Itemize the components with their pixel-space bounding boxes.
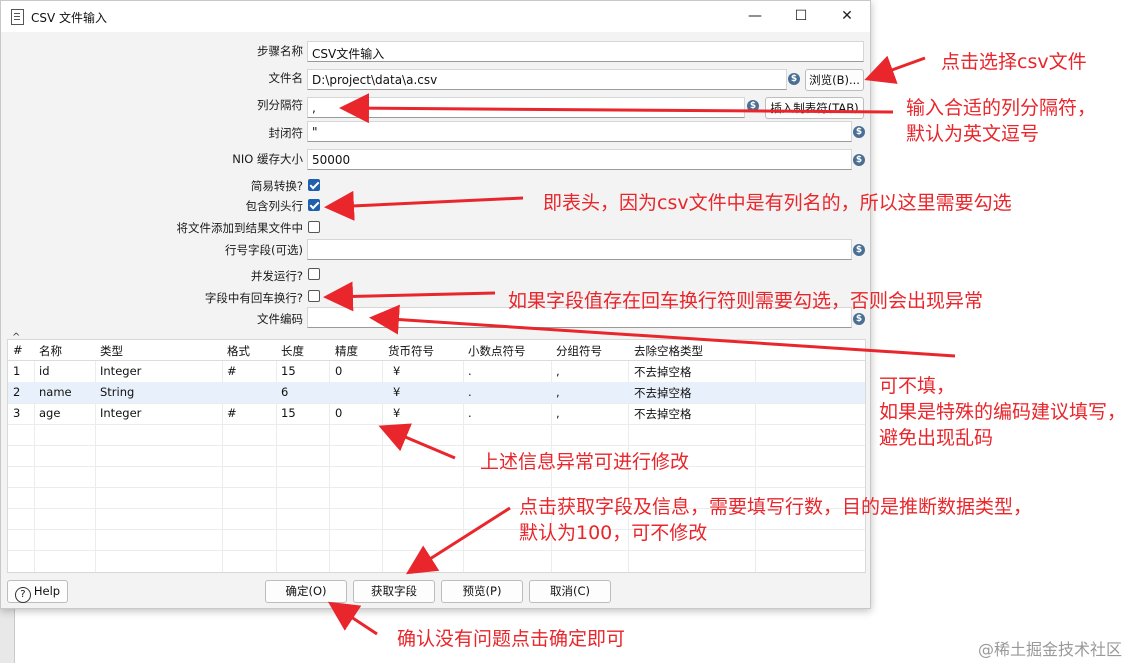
annotation-confirm: 确认没有问题点击确定即可 (397, 628, 626, 650)
annotation-encoding: 可不填， 如果是特殊的编码建议填写， 避免出现乱码 (879, 375, 1127, 449)
annotation-get-fields: 点击获取字段及信息，需要填写行数，目的是推断数据类型， 默认为100，可不修改 (519, 496, 1033, 544)
watermark: @稀土掘金技术社区 (978, 640, 1123, 659)
annotation-select-file: 点击选择csv文件 (941, 51, 1087, 73)
annotation-edit-info: 上述信息异常可进行修改 (480, 451, 690, 473)
annotation-delimiter: 输入合适的列分隔符， 默认为英文逗号 (906, 97, 1097, 145)
annotation-header-row: 即表头，因为csv文件中是有列名的，所以这里需要勾选 (543, 192, 1012, 214)
annotation-newline: 如果字段值存在回车换行符则需要勾选，否则会出现异常 (508, 290, 984, 312)
